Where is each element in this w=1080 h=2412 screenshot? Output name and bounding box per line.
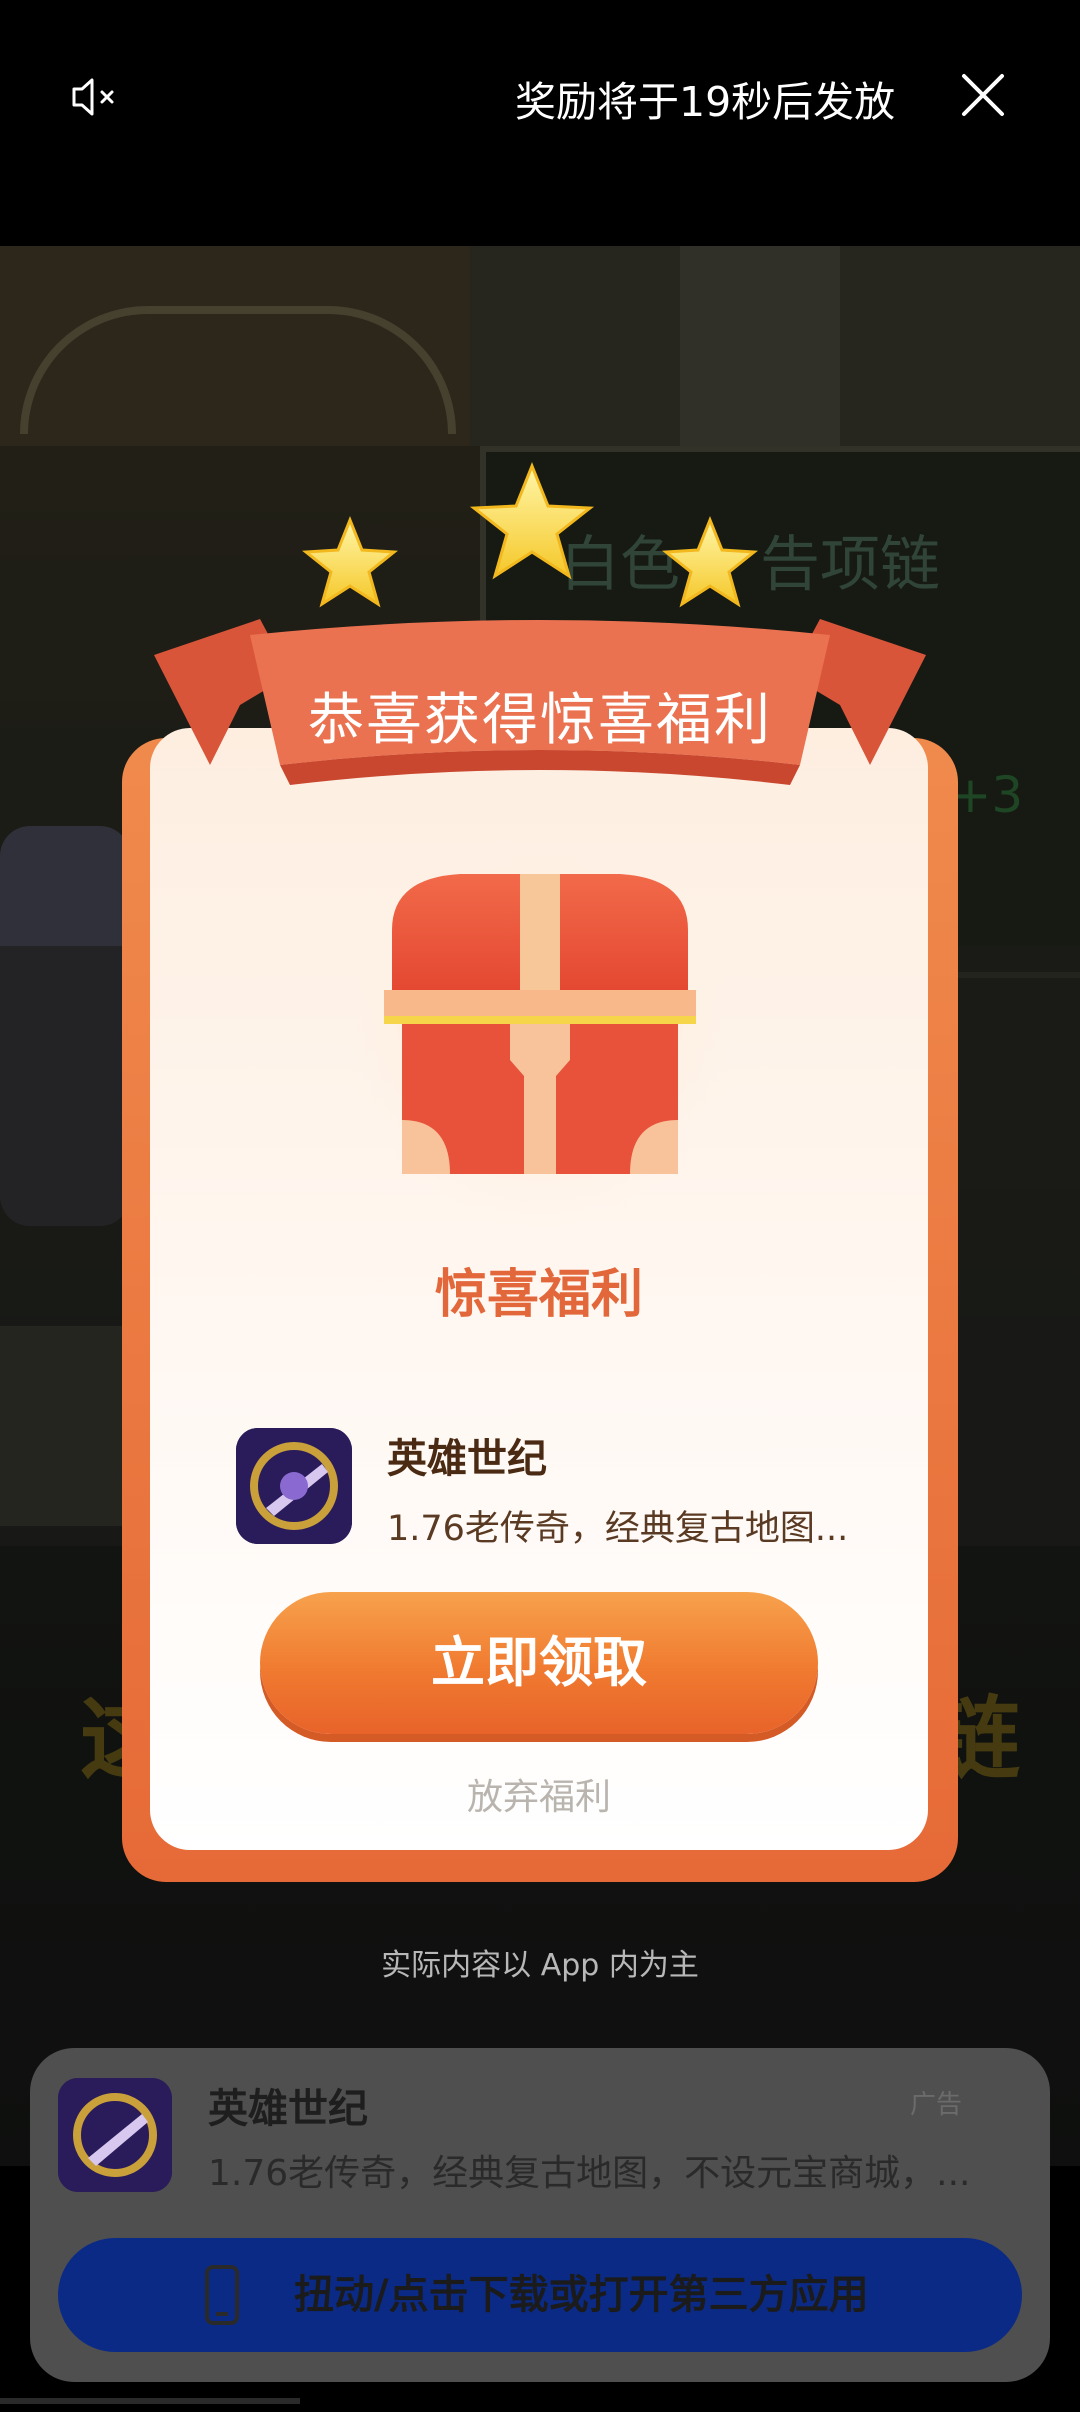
give-up-link[interactable]: 放弃福利 (150, 1768, 928, 1820)
claim-now-button[interactable]: 立即领取 (260, 1592, 818, 1734)
treasure-chest-icon (340, 830, 740, 1230)
star-icon (302, 515, 398, 608)
star-icon (662, 515, 758, 608)
home-indicator (0, 2398, 300, 2404)
speaker-muted-icon[interactable] (70, 72, 120, 122)
close-icon[interactable] (958, 70, 1008, 120)
disclaimer-text: 实际内容以 App 内为主 (381, 1948, 699, 1983)
three-stars-icon (302, 461, 758, 608)
reward-subtitle: 惊喜福利 (434, 1265, 643, 1325)
download-open-app-label: 扭动/点击下载或打开第三方应用 (294, 2272, 869, 2318)
app-icon (236, 1428, 352, 1544)
ad-app-icon (58, 2078, 172, 2192)
ad-badge: 广告 (910, 2090, 963, 2120)
app-name: 英雄世纪 (387, 1436, 547, 1482)
app-description: 1.76老传奇，经典复古地图... (387, 1509, 849, 1549)
ribbon-title: 恭喜获得惊喜福利 (308, 688, 772, 753)
phone-icon (205, 2265, 239, 2325)
ad-app-name: 英雄世纪 (208, 2086, 368, 2132)
ad-description: 1.76老传奇，经典复古地图，不设元宝商城，... (208, 2153, 971, 2194)
download-open-app-button[interactable]: 扭动/点击下载或打开第三方应用 (58, 2238, 1022, 2352)
star-icon (469, 461, 595, 580)
reward-countdown: 奖励将于19秒后发放 (515, 78, 896, 126)
